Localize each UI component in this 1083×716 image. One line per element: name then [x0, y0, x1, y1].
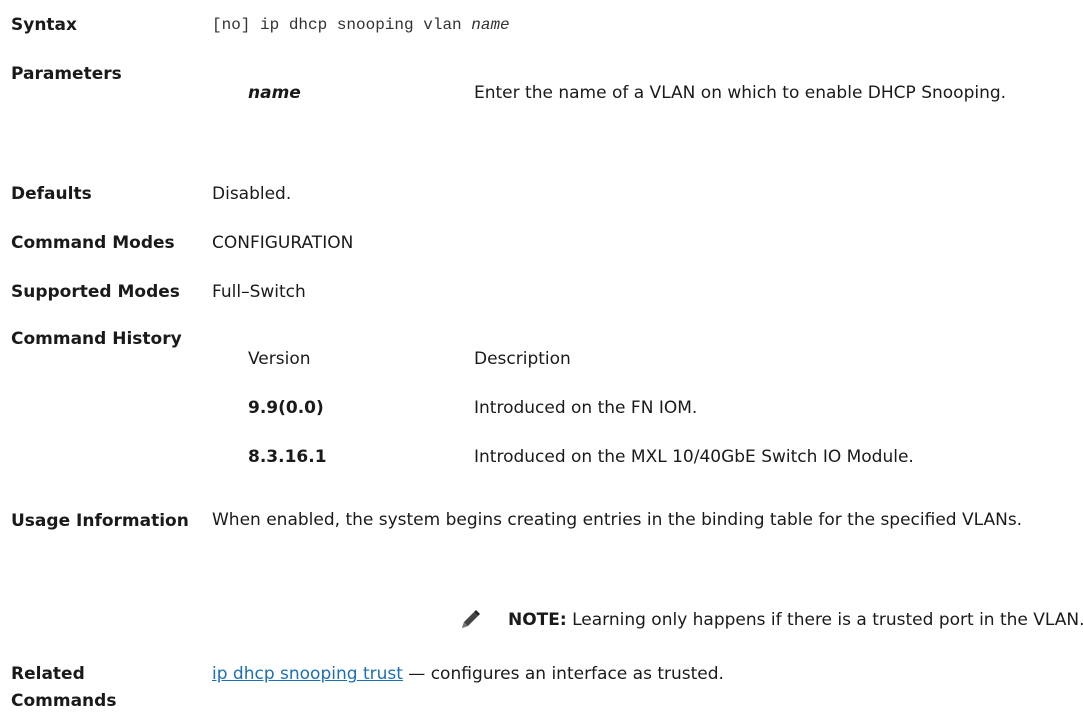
- ip-dhcp-snooping-trust-link[interactable]: ip dhcp snooping trust: [212, 664, 403, 684]
- syntax-argument: name: [471, 16, 510, 34]
- version-header: Version: [248, 349, 311, 369]
- pencil-note-icon: [459, 609, 481, 631]
- parameter-name: name: [248, 83, 301, 103]
- note-label: NOTE:: [508, 610, 567, 630]
- related-command-description: — configures an interface as trusted.: [402, 664, 724, 684]
- parameter-description: Enter the name of a VLAN on which to ena…: [474, 83, 1007, 103]
- command-modes-value: CONFIGURATION: [212, 233, 354, 253]
- command-history-label: Command History: [11, 329, 182, 349]
- related-commands-label: Related Commands: [11, 663, 116, 712]
- syntax-label: Syntax: [11, 15, 77, 35]
- note: NOTE: Learning only happens if there is …: [212, 609, 1083, 631]
- version-cell: 8.3.16.1: [248, 447, 327, 467]
- supported-modes-value: Full–Switch: [212, 282, 306, 302]
- syntax-value: [no] ip dhcp snooping vlan name: [212, 14, 510, 36]
- usage-text: When enabled, the system begins creating…: [212, 510, 1023, 530]
- related-label-line1: Related: [11, 664, 85, 684]
- defaults-value: Disabled.: [212, 184, 292, 204]
- defaults-label: Defaults: [11, 184, 92, 204]
- related-label-line2: Commands: [11, 691, 117, 711]
- parameters-label: Parameters: [11, 64, 122, 84]
- description-cell: Introduced on the FN IOM.: [474, 398, 698, 418]
- usage-information-label: Usage Information: [11, 511, 189, 531]
- version-cell: 9.9(0.0): [248, 398, 324, 418]
- note-body: Learning only happens if there is a trus…: [566, 610, 1083, 630]
- description-cell: Introduced on the MXL 10/40GbE Switch IO…: [474, 447, 914, 467]
- syntax-command: [no] ip dhcp snooping vlan: [212, 16, 472, 34]
- description-header: Description: [474, 349, 571, 369]
- command-modes-label: Command Modes: [11, 233, 175, 253]
- note-text: NOTE: Learning only happens if there is …: [508, 609, 1083, 631]
- supported-modes-label: Supported Modes: [11, 282, 180, 302]
- related-command-entry: ip dhcp snooping trust — configures an i…: [212, 663, 724, 685]
